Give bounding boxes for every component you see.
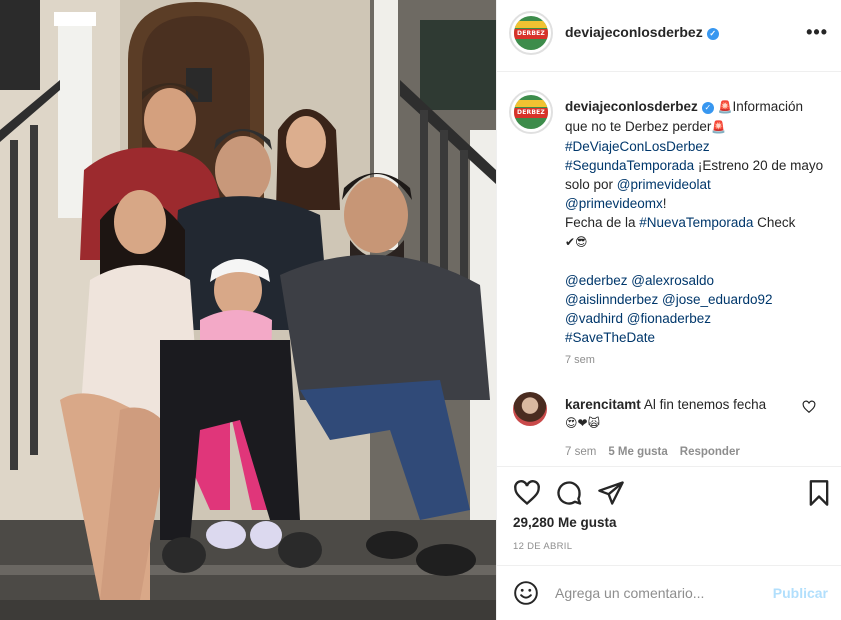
caption-text-5: Check: [753, 215, 796, 230]
reply-button[interactable]: Responder: [680, 446, 740, 458]
bookmark-icon[interactable]: [805, 479, 833, 507]
profile-avatar[interactable]: DERBEZ: [509, 11, 553, 55]
comment-likes[interactable]: 5 Me gusta: [608, 446, 667, 458]
hashtag-link[interactable]: #DeViajeConLosDerbez: [565, 139, 710, 154]
commenter-avatar[interactable]: [513, 392, 547, 426]
caption-avatar[interactable]: DERBEZ: [509, 90, 553, 134]
add-comment-bar: Publicar: [497, 565, 841, 620]
mention-link[interactable]: @jose_eduardo92: [662, 292, 773, 307]
verified-badge-icon: ✓: [701, 102, 714, 114]
hashtag-link[interactable]: #SegundaTemporada: [565, 158, 694, 173]
hashtag-link[interactable]: #SaveTheDate: [565, 330, 655, 345]
post-side-panel: DERBEZ deviajeconlosderbez ✓ ••• DERBEZ d…: [496, 0, 841, 620]
heart-icon[interactable]: [513, 479, 541, 507]
caption-timestamp[interactable]: 7 sem: [565, 354, 595, 366]
comment-meta: 7 sem 5 Me gusta Responder: [565, 446, 752, 458]
comment-like-heart-icon[interactable]: [802, 400, 816, 414]
mention-link[interactable]: @ederbez: [565, 273, 628, 288]
caption-text-4: Fecha de la: [565, 215, 640, 230]
siren-emoji: 🚨: [711, 120, 727, 134]
post-header: DERBEZ deviajeconlosderbez ✓ •••: [497, 0, 841, 72]
mention-link[interactable]: @vadhird: [565, 311, 623, 326]
post-photo[interactable]: [0, 0, 496, 620]
action-bar: 29,280 Me gusta 12 DE ABRIL: [497, 466, 841, 576]
comment-emojis: 😍❤🙀: [565, 416, 601, 430]
caption-text: deviajeconlosderbez ✓ 🚨Información que no…: [565, 97, 827, 347]
share-icon[interactable]: [597, 479, 625, 507]
mention-link[interactable]: @fionaderbez: [627, 311, 711, 326]
comment-item: karencitamt Al fin tenemos fecha 😍❤🙀 7 se…: [497, 392, 841, 462]
comment-body: Al fin tenemos fecha: [643, 397, 767, 412]
caption-text-3: !: [662, 196, 667, 211]
comment-text: karencitamt Al fin tenemos fecha 😍❤🙀: [565, 396, 795, 432]
publish-button[interactable]: Publicar: [773, 585, 828, 601]
likes-count[interactable]: 29,280 Me gusta: [513, 515, 617, 530]
comment-timestamp[interactable]: 7 sem: [565, 446, 596, 458]
comment-input[interactable]: [555, 581, 755, 605]
header-username[interactable]: deviajeconlosderbez ✓: [565, 24, 719, 40]
emoji-picker-icon[interactable]: [513, 580, 539, 606]
mention-link[interactable]: @primevideomx: [565, 196, 663, 211]
mention-link[interactable]: @primevideolat: [617, 177, 711, 192]
caption-username[interactable]: deviajeconlosderbez: [565, 99, 698, 114]
family-photo-illustration: [0, 0, 496, 620]
comment-icon[interactable]: [555, 479, 583, 507]
siren-emoji: 🚨: [717, 100, 733, 114]
hashtag-link[interactable]: #NuevaTemporada: [639, 215, 753, 230]
check-emoji: ✔😎: [565, 235, 588, 249]
commenter-username[interactable]: karencitamt: [565, 397, 641, 412]
mention-link[interactable]: @aislinnderbez: [565, 292, 658, 307]
more-options-icon[interactable]: •••: [806, 22, 828, 43]
verified-badge-icon: ✓: [706, 28, 719, 40]
username-link[interactable]: deviajeconlosderbez: [565, 24, 703, 40]
post-date[interactable]: 12 DE ABRIL: [513, 541, 572, 552]
mention-link[interactable]: @alexrosaldo: [631, 273, 714, 288]
